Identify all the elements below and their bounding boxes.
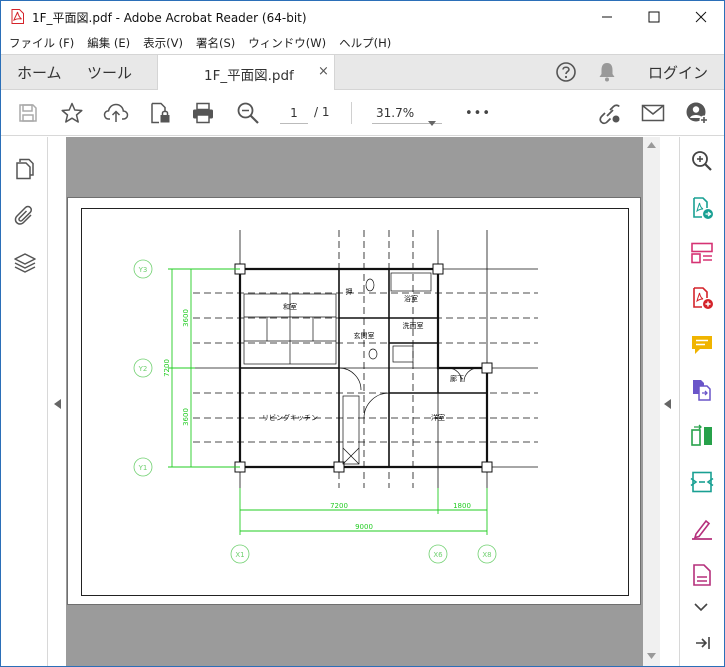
scroll-down-arrow-icon[interactable] bbox=[647, 653, 656, 659]
page-thumbnails-icon[interactable] bbox=[13, 157, 37, 181]
dim-y-upper: 3600 bbox=[182, 309, 190, 327]
room-label-washitsu: 和室 bbox=[283, 302, 297, 311]
pdf-page: Y3 Y2 Y1 X1 X6 X8 和室 押 浴室 洗面室 玄関室 廊下 リビン… bbox=[67, 197, 641, 605]
more-tools-document-icon[interactable] bbox=[690, 563, 714, 587]
chevron-down-icon[interactable] bbox=[428, 111, 436, 130]
minimize-button[interactable] bbox=[584, 1, 630, 32]
menu-file[interactable]: ファイル (F) bbox=[9, 35, 74, 51]
dimension-lines bbox=[168, 268, 488, 535]
floor-plan-drawing: Y3 Y2 Y1 X1 X6 X8 和室 押 浴室 洗面室 玄関室 廊下 リビン… bbox=[133, 230, 538, 564]
room-label-living: リビングキッチン bbox=[262, 413, 318, 422]
comment-icon[interactable] bbox=[690, 333, 714, 357]
grid-label-y3: Y3 bbox=[138, 266, 148, 274]
help-icon[interactable] bbox=[555, 61, 577, 87]
layers-icon[interactable] bbox=[13, 251, 37, 275]
more-tools-icon[interactable]: ••• bbox=[465, 100, 491, 126]
page-number-input[interactable]: 1 bbox=[280, 102, 308, 124]
collapse-tools-pane-icon[interactable] bbox=[690, 631, 714, 655]
menu-bar: ファイル (F) 編集 (E) 表示(V) 署名(S) ウィンドウ(W) ヘルプ… bbox=[1, 32, 724, 54]
grid-label-x1: X1 bbox=[235, 551, 244, 559]
bookmark-star-icon[interactable] bbox=[59, 100, 85, 126]
print-icon[interactable] bbox=[190, 100, 216, 126]
add-user-icon[interactable] bbox=[684, 100, 710, 126]
room-label-genkan: 玄関室 bbox=[354, 331, 375, 340]
login-button[interactable]: ログイン bbox=[648, 62, 708, 83]
title-bar: 1F_平面図.pdf - Adobe Acrobat Reader (64-bi… bbox=[1, 1, 724, 32]
document-tab-label: 1F_平面図.pdf bbox=[204, 68, 294, 84]
dim-y-lower: 3600 bbox=[182, 408, 190, 426]
grid-label-y1: Y1 bbox=[138, 464, 148, 472]
save-icon[interactable] bbox=[15, 100, 41, 126]
room-label-senmen: 洗面室 bbox=[403, 321, 424, 330]
tab-home[interactable]: ホーム bbox=[17, 55, 62, 90]
email-envelope-icon[interactable] bbox=[640, 100, 666, 126]
protect-file-lock-icon[interactable] bbox=[147, 100, 173, 126]
room-label-oshiire: 押 bbox=[346, 287, 353, 296]
grid-label-x8: X8 bbox=[482, 551, 491, 559]
search-zoom-icon[interactable] bbox=[690, 149, 714, 173]
room-label-rouka: 廊下 bbox=[450, 374, 464, 383]
attachments-paperclip-icon[interactable] bbox=[13, 204, 37, 228]
tab-bar: ホーム ツール 1F_平面図.pdf × ログイン bbox=[1, 54, 724, 91]
grid-label-x6: X6 bbox=[433, 551, 443, 559]
share-link-icon[interactable] bbox=[596, 100, 622, 126]
create-pdf-icon[interactable] bbox=[690, 286, 714, 310]
close-window-button[interactable] bbox=[678, 1, 724, 32]
toolbar-separator bbox=[351, 102, 352, 124]
pdf-file-icon bbox=[11, 9, 24, 24]
organize-pages-icon[interactable] bbox=[690, 424, 714, 448]
menu-help[interactable]: ヘルプ(H) bbox=[339, 35, 391, 51]
collapse-right-panel-icon[interactable] bbox=[664, 394, 671, 413]
dim-x-total: 9000 bbox=[355, 523, 373, 531]
dim-y-total: 7200 bbox=[163, 359, 171, 377]
page-total-label: / 1 bbox=[314, 105, 330, 119]
fill-and-sign-icon[interactable] bbox=[690, 517, 714, 541]
menu-edit[interactable]: 編集 (E) bbox=[87, 35, 130, 51]
left-navigation-panel bbox=[1, 137, 48, 666]
edit-pdf-icon[interactable] bbox=[690, 241, 714, 265]
menu-view[interactable]: 表示(V) bbox=[143, 35, 183, 51]
document-view[interactable]: Y3 Y2 Y1 X1 X6 X8 和室 押 浴室 洗面室 玄関室 廊下 リビン… bbox=[66, 137, 643, 666]
grid-label-y2: Y2 bbox=[138, 365, 148, 373]
compress-pdf-icon[interactable] bbox=[690, 470, 714, 494]
dim-x-left: 7200 bbox=[330, 502, 348, 510]
notification-bell-icon[interactable] bbox=[597, 61, 617, 87]
window-title: 1F_平面図.pdf - Adobe Acrobat Reader (64-bi… bbox=[32, 11, 307, 25]
room-label-bathroom: 浴室 bbox=[404, 294, 418, 303]
vertical-scrollbar[interactable] bbox=[643, 137, 660, 666]
tab-tools[interactable]: ツール bbox=[87, 55, 132, 90]
menu-sign[interactable]: 署名(S) bbox=[196, 35, 235, 51]
cloud-upload-icon[interactable] bbox=[103, 100, 129, 126]
menu-window[interactable]: ウィンドウ(W) bbox=[248, 35, 326, 51]
tab-document[interactable]: 1F_平面図.pdf × bbox=[157, 55, 335, 91]
combine-files-icon[interactable] bbox=[690, 378, 714, 402]
main-toolbar: 1 / 1 31.7% ••• bbox=[1, 90, 724, 136]
room-label-youshitsu: 洋室 bbox=[431, 413, 445, 422]
dim-x-right: 1800 bbox=[453, 502, 471, 510]
maximize-button[interactable] bbox=[631, 1, 677, 32]
scroll-up-arrow-icon[interactable] bbox=[647, 142, 656, 148]
collapse-left-panel-icon[interactable] bbox=[54, 394, 61, 413]
right-tools-panel bbox=[679, 137, 724, 666]
zoom-search-icon[interactable] bbox=[235, 100, 261, 126]
acrobat-window: 1F_平面図.pdf - Adobe Acrobat Reader (64-bi… bbox=[0, 0, 725, 667]
chevron-down-icon[interactable] bbox=[694, 597, 718, 621]
close-tab-icon[interactable]: × bbox=[318, 64, 329, 79]
export-pdf-icon[interactable] bbox=[690, 196, 714, 220]
